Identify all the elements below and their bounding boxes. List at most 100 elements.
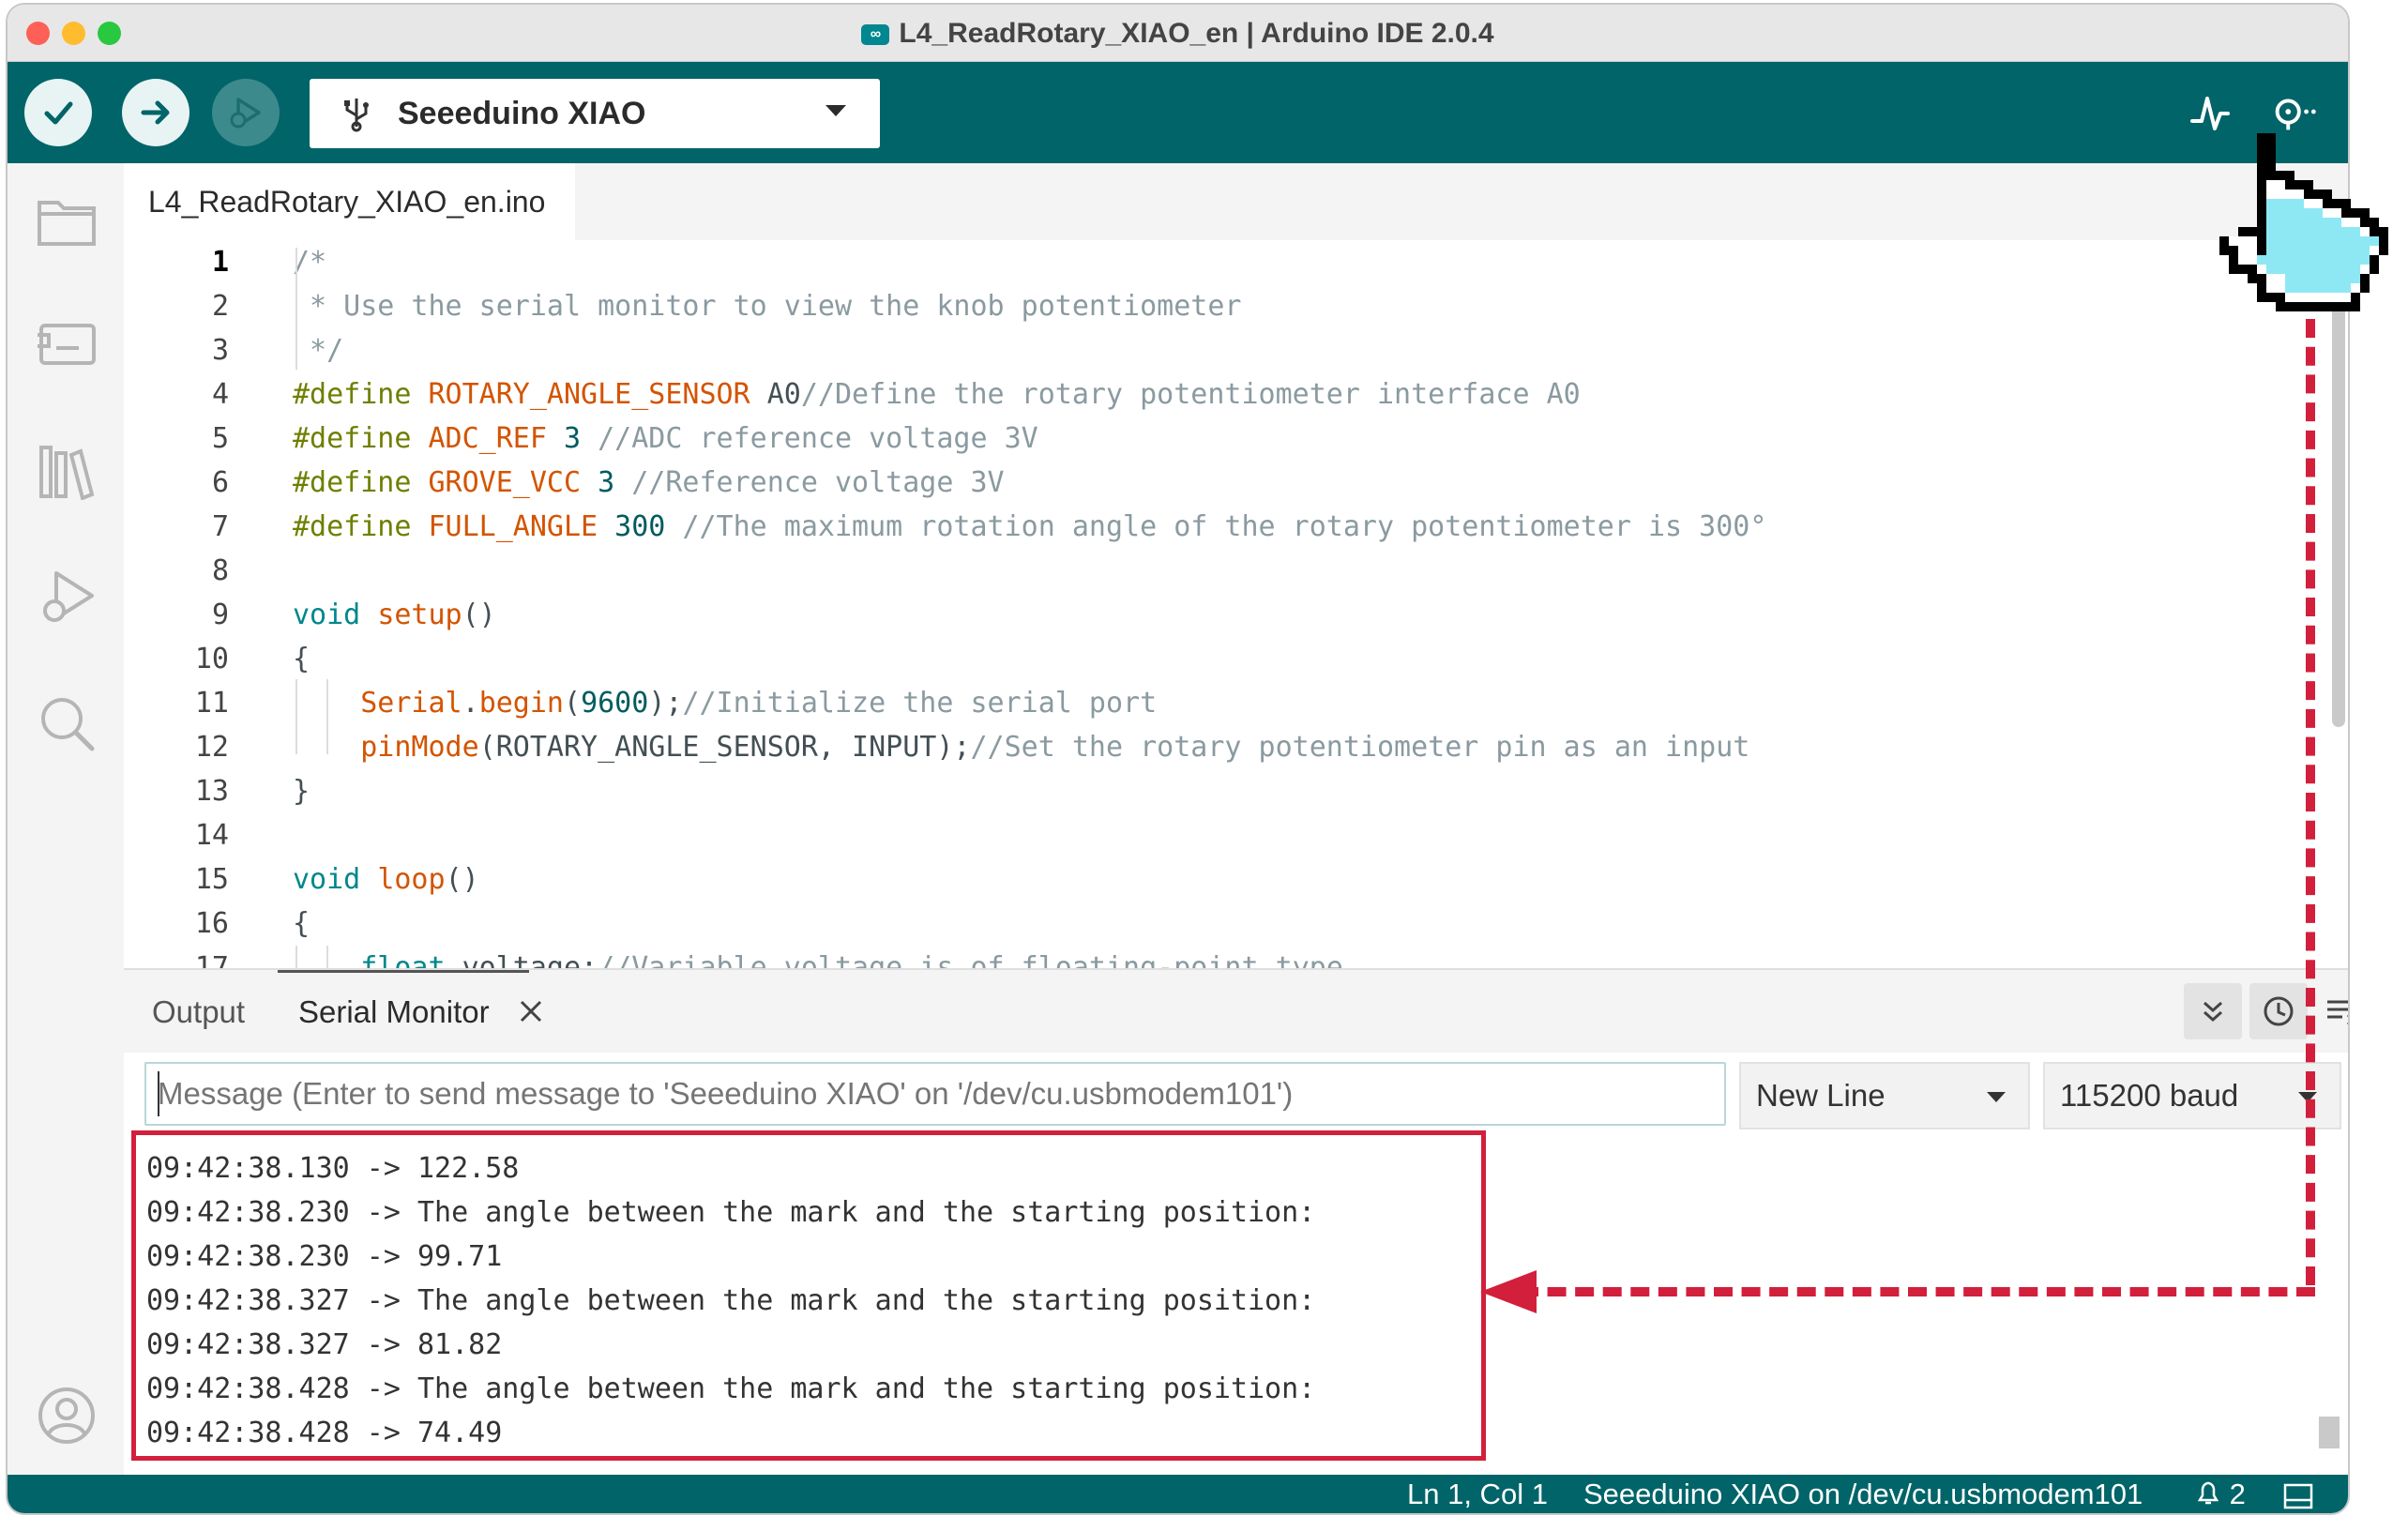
code-token: }	[293, 775, 310, 808]
library-icon	[39, 446, 95, 500]
code-token: loop	[377, 863, 446, 896]
sketchbook-button[interactable]	[34, 188, 99, 253]
arduino-logo-icon: ∞	[861, 24, 890, 46]
code-token: void	[293, 599, 378, 631]
line-number: 5	[211, 422, 229, 455]
highlight-box	[131, 1130, 1486, 1461]
arrow-right-icon	[141, 100, 170, 125]
serial-plotter-button[interactable]	[2182, 84, 2238, 141]
annotation-dashed-line	[1520, 1287, 2315, 1296]
code-text: /*	[293, 240, 326, 284]
pulse-icon	[2190, 97, 2230, 130]
code-line: 1 /*	[124, 240, 2348, 284]
code-text: float voltage;//Variable voltage is of f…	[293, 946, 1343, 968]
code-token: //Variable voltage is of floating-point …	[598, 951, 1343, 968]
code-text: }	[293, 769, 310, 813]
notifications-button[interactable]: 2	[2195, 1475, 2246, 1513]
code-text: void setup()	[293, 593, 496, 637]
code-line: 5 #define ADC_REF 3 //ADC reference volta…	[124, 417, 2348, 461]
code-token: //Set the rotary potentiometer pin as an…	[970, 731, 1750, 764]
timestamp-toggle[interactable]	[2249, 983, 2308, 1039]
baud-rate-select[interactable]: 115200 baud	[2043, 1062, 2341, 1129]
indent-guide	[295, 248, 297, 370]
library-manager-button[interactable]	[34, 437, 99, 503]
annotation-arrow-icon	[1480, 1270, 1537, 1313]
code-line: 14	[124, 813, 2348, 857]
code-token: #define	[293, 378, 429, 411]
code-line: 11 Serial.begin(9600);//Initialize the s…	[124, 681, 2348, 725]
baud-rate-value: 115200 baud	[2060, 1078, 2239, 1113]
line-number: 17	[194, 951, 229, 968]
code-token: //The maximum rotation angle of the rota…	[682, 510, 1767, 543]
autoscroll-toggle[interactable]	[2184, 983, 2242, 1039]
code-token: //ADC reference voltage 3V	[598, 422, 1038, 455]
editor-scrollbar[interactable]	[2332, 305, 2345, 727]
code-token: //Define the rotary potentiometer interf…	[800, 378, 1581, 411]
code-text: */	[293, 328, 343, 372]
chevron-down-icon	[825, 105, 846, 116]
code-token: 3	[581, 466, 632, 499]
line-number: 10	[194, 643, 229, 675]
line-ending-value: New Line	[1756, 1078, 1886, 1113]
line-number: 2	[211, 290, 229, 323]
editor-tabs: L4_ReadRotary_XIAO_en.ino	[124, 163, 2348, 240]
line-number: 9	[211, 599, 229, 631]
code-text: {	[293, 902, 310, 946]
upload-button[interactable]	[122, 79, 189, 146]
code-text: * Use the serial monitor to view the kno…	[293, 284, 1241, 328]
boards-manager-button[interactable]	[34, 311, 99, 377]
code-token: A0	[750, 378, 801, 411]
debug-button[interactable]	[212, 79, 280, 146]
code-token: begin	[478, 687, 564, 720]
indent-guide	[295, 679, 297, 754]
bottom-panel-tabs: Output Serial Monitor	[124, 968, 2348, 1054]
code-line: 15 void loop()	[124, 857, 2348, 902]
account-button[interactable]	[34, 1383, 99, 1448]
clock-icon	[2264, 996, 2294, 1026]
code-token: (	[564, 687, 582, 720]
code-token: 3	[546, 422, 598, 455]
code-token: ROTARY_ANGLE_SENSOR	[428, 378, 750, 411]
code-token: FULL_ANGLE	[428, 510, 598, 543]
serial-monitor-button[interactable]	[2266, 84, 2323, 141]
code-line: 6 #define GROVE_VCC 3 //Reference voltage…	[124, 461, 2348, 505]
line-ending-select[interactable]: New Line	[1739, 1062, 2030, 1129]
folder-icon	[38, 201, 96, 246]
code-text: #define FULL_ANGLE 300 //The maximum rot…	[293, 505, 1766, 549]
indent-guide	[326, 679, 328, 754]
toggle-panel-button[interactable]	[2283, 1480, 2313, 1513]
board-selector[interactable]: Seeeduino XIAO	[310, 79, 880, 148]
code-line: 8	[124, 549, 2348, 593]
indent-guide	[295, 946, 297, 968]
code-token: ()	[445, 863, 479, 896]
tab-output[interactable]: Output	[152, 970, 245, 1054]
line-number: 16	[194, 907, 229, 940]
close-icon[interactable]	[516, 996, 546, 1026]
code-line: 4 #define ROTARY_ANGLE_SENSOR A0//Define …	[124, 372, 2348, 417]
chevron-down-icon	[1987, 1092, 2006, 1102]
verify-button[interactable]	[24, 79, 92, 146]
output-scrollbar[interactable]	[2319, 1417, 2340, 1448]
code-token: ()	[462, 599, 496, 631]
checkmark-icon	[44, 101, 73, 125]
code-token: setup	[377, 599, 462, 631]
code-line: 3 */	[124, 328, 2348, 372]
search-sidebar-button[interactable]	[34, 690, 99, 756]
code-editor[interactable]: 1 /* 2 * Use the serial monitor to view th…	[124, 240, 2348, 968]
code-text: #define ADC_REF 3 //ADC reference voltag…	[293, 417, 1038, 461]
code-token: );	[648, 687, 683, 720]
serial-message-input[interactable]	[144, 1062, 1726, 1126]
debug-sidebar-button[interactable]	[34, 565, 99, 630]
tab-sketch-file[interactable]: L4_ReadRotary_XIAO_en.ino	[124, 163, 576, 240]
serial-message-bar: New Line 115200 baud	[124, 1053, 2348, 1137]
line-number: 8	[211, 554, 229, 587]
activity-sidebar	[8, 163, 124, 1475]
clear-output-button[interactable]	[2313, 983, 2348, 1039]
code-line: 13}	[124, 769, 2348, 813]
magnifier-dots-icon	[2275, 99, 2316, 130]
board-port-status[interactable]: Seeeduino XIAO on /dev/cu.usbmodem101	[1583, 1475, 2143, 1513]
window-title: L4_ReadRotary_XIAO_en | Arduino IDE 2.0.…	[899, 18, 1494, 49]
cursor-position[interactable]: Ln 1, Col 1	[1407, 1475, 1548, 1513]
tab-serial-monitor[interactable]: Serial Monitor	[278, 970, 529, 1054]
code-line: 10 {	[124, 637, 2348, 681]
